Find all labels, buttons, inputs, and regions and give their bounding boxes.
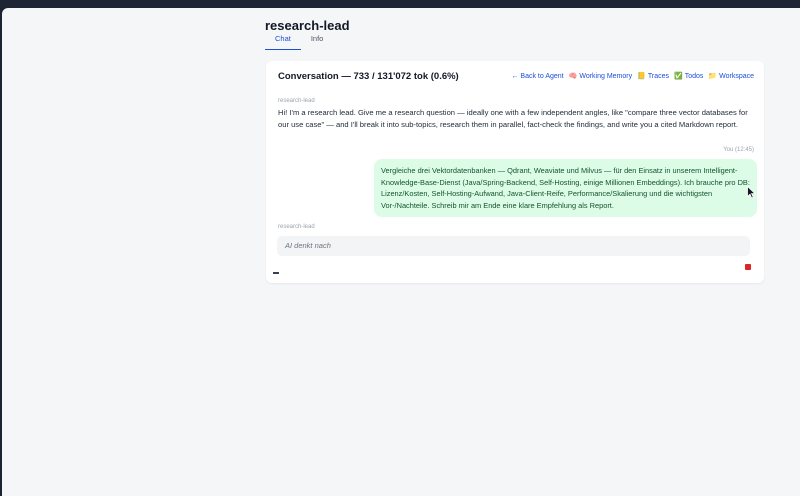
text-cursor <box>273 272 279 274</box>
brain-icon: 🧠 <box>568 73 578 80</box>
conversation-panel: Conversation — 733 / 131'072 tok (0.6%) … <box>266 61 764 283</box>
tab-chat[interactable]: Chat <box>265 34 301 50</box>
header-links: ← Back to Agent 🧠 Working Memory 📒 Trace… <box>511 72 754 81</box>
folder-icon: 📁 <box>708 73 718 80</box>
todos-label: Todos <box>684 72 704 80</box>
stop-button[interactable] <box>745 264 751 270</box>
todos-link[interactable]: ✅ Todos <box>673 72 704 81</box>
mouse-pointer-icon <box>747 186 756 199</box>
user-message-bubble: Vergleiche drei Vektordatenbanken — Qdra… <box>374 159 757 217</box>
working-memory-link[interactable]: 🧠 Working Memory <box>568 72 633 81</box>
conversation-header: Conversation — 733 / 131'072 tok (0.6%) … <box>278 68 754 84</box>
working-memory-label: Working Memory <box>579 72 633 80</box>
top-bar <box>0 0 800 8</box>
workspace-link[interactable]: 📁 Workspace <box>708 72 754 81</box>
agent-sender-label-2: research-lead <box>278 224 315 230</box>
thinking-indicator: AI denkt nach <box>277 236 750 256</box>
tab-info[interactable]: Info <box>301 34 334 50</box>
agent-sender-label: research-lead <box>278 98 315 104</box>
conversation-title: Conversation — 733 / 131'072 tok (0.6%) <box>278 70 459 82</box>
user-message-timestamp: You (12:45) <box>723 147 754 153</box>
back-to-agent-link[interactable]: ← Back to Agent <box>511 72 563 80</box>
traces-label: Traces <box>647 72 669 80</box>
checkmark-icon: ✅ <box>673 73 683 80</box>
traces-link[interactable]: 📒 Traces <box>637 72 669 81</box>
workspace-label: Workspace <box>719 72 754 80</box>
notebook-icon: 📒 <box>637 73 646 80</box>
agent-message: Hi! I'm a research lead. Give me a resea… <box>278 108 748 129</box>
page-title: research-lead <box>265 18 350 33</box>
tab-bar: Chat Info <box>265 34 333 50</box>
